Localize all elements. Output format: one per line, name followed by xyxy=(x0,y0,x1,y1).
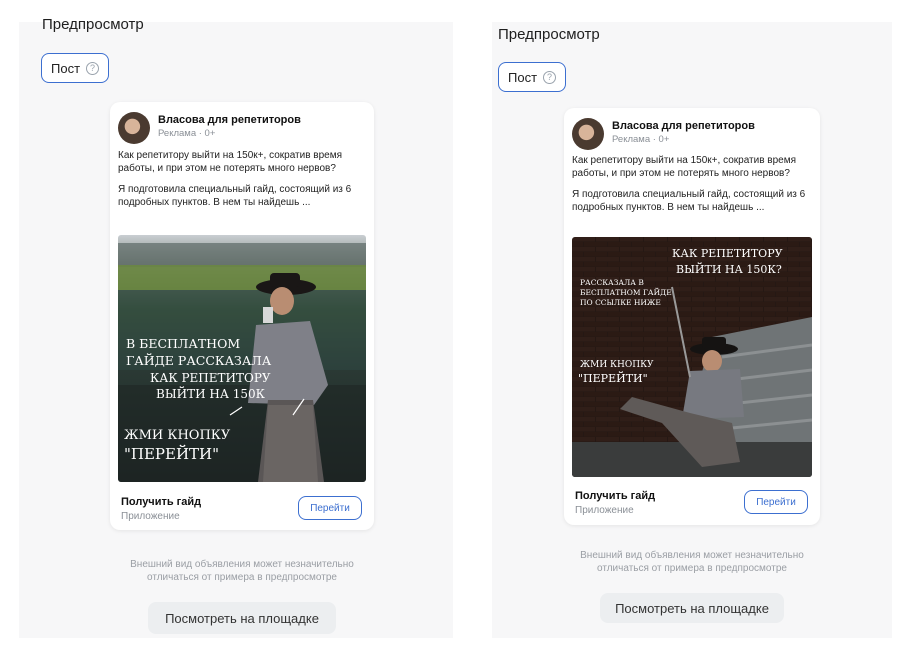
disclaimer-line-1: Внешний вид объявления может незначитель… xyxy=(580,550,804,561)
image-text-line-2: ВЫЙТИ НА 150К? xyxy=(676,262,782,276)
view-on-platform-button[interactable]: Посмотреть на площадке xyxy=(600,593,784,623)
question-circle-icon[interactable]: ? xyxy=(543,70,557,84)
image-text-line-3: РАССКАЗАЛА В xyxy=(580,278,644,287)
preview-title: Предпросмотр xyxy=(42,16,144,33)
ad-meta: Реклама · 0+ xyxy=(158,128,216,139)
ad-text-paragraph-1: Как репетитору выйти на 150к+, сократив … xyxy=(572,155,797,179)
post-format-label: Пост xyxy=(51,60,81,76)
image-text-line-1: В БЕСПЛАТНОМ xyxy=(126,336,240,351)
ad-text: Как репетитору выйти на 150к+, сократив … xyxy=(572,155,812,223)
image-text-line-7: "ПЕРЕЙТИ" xyxy=(578,371,648,385)
image-text-line-1: КАК РЕПЕТИТОРУ xyxy=(672,247,783,260)
post-format-button[interactable]: Пост ? xyxy=(41,53,110,83)
ad-image[interactable]: В БЕСПЛАТНОМ ГАЙДЕ РАССКАЗАЛА КАК РЕПЕТИ… xyxy=(118,235,366,482)
go-button[interactable]: Перейти xyxy=(298,496,362,520)
post-format-label: Пост xyxy=(508,69,538,85)
ad-text-paragraph-2: Я подготовила специальный гайд, состоящи… xyxy=(572,189,806,213)
preview-panel-left: Предпросмотр Пост ? Власова для репетито… xyxy=(19,16,453,638)
ad-header: Власова для репетиторов Реклама · 0+ xyxy=(572,118,755,150)
ad-text-paragraph-2: Я подготовила специальный гайд, состоящи… xyxy=(118,184,352,208)
go-button[interactable]: Перейти xyxy=(744,490,808,514)
author-name[interactable]: Власова для репетиторов xyxy=(612,120,755,132)
ad-photo-right: КАК РЕПЕТИТОРУ ВЫЙТИ НА 150К? РАССКАЗАЛА… xyxy=(572,237,812,477)
question-circle-icon[interactable]: ? xyxy=(86,61,100,75)
image-text-line-6: ЖМИ КНОПКУ xyxy=(580,360,654,370)
ad-text: Как репетитору выйти на 150к+, сократив … xyxy=(118,150,366,218)
cta-title: Получить гайд xyxy=(575,490,656,502)
image-text-line-4: БЕСПЛАТНОМ ГАЙДЕ xyxy=(580,288,672,297)
image-text-line-2: ГАЙДЕ РАССКАЗАЛА xyxy=(126,352,272,368)
disclaimer: Внешний вид объявления может незначитель… xyxy=(79,558,405,584)
avatar[interactable] xyxy=(118,112,150,144)
ad-text-paragraph-1: Как репетитору выйти на 150к+, сократив … xyxy=(118,150,343,174)
image-text-line-6: "ПЕРЕЙТИ" xyxy=(124,444,219,463)
ad-photo-left: В БЕСПЛАТНОМ ГАЙДЕ РАССКАЗАЛА КАК РЕПЕТИ… xyxy=(118,235,366,482)
disclaimer-line-2: отличаться от примера в предпросмотре xyxy=(597,563,787,574)
cta-subtitle: Приложение xyxy=(121,511,180,522)
disclaimer-line-2: отличаться от примера в предпросмотре xyxy=(147,572,337,583)
cta-subtitle: Приложение xyxy=(575,505,634,516)
avatar[interactable] xyxy=(572,118,604,150)
image-text-line-5: ЖМИ КНОПКУ xyxy=(124,428,231,443)
disclaimer: Внешний вид объявления может незначитель… xyxy=(532,549,852,575)
ad-meta: Реклама · 0+ xyxy=(612,134,670,145)
view-on-platform-button[interactable]: Посмотреть на площадке xyxy=(148,602,336,634)
post-format-button[interactable]: Пост ? xyxy=(498,62,567,92)
image-text-line-4: ВЫЙТИ НА 150К xyxy=(156,385,266,401)
ad-header: Власова для репетиторов Реклама · 0+ xyxy=(118,112,301,144)
preview-title: Предпросмотр xyxy=(498,26,600,43)
preview-panel-right: Предпросмотр Пост ? Власова для репетито… xyxy=(492,22,892,638)
image-text-line-3: КАК РЕПЕТИТОРУ xyxy=(150,371,271,385)
ad-card: Власова для репетиторов Реклама · 0+ Как… xyxy=(564,108,820,525)
ad-card: Власова для репетиторов Реклама · 0+ Как… xyxy=(110,102,374,530)
image-text-line-5: ПО ССЫЛКЕ НИЖЕ xyxy=(580,298,661,307)
author-name[interactable]: Власова для репетиторов xyxy=(158,114,301,126)
ad-image[interactable]: КАК РЕПЕТИТОРУ ВЫЙТИ НА 150К? РАССКАЗАЛА… xyxy=(572,237,812,477)
disclaimer-line-1: Внешний вид объявления может незначитель… xyxy=(130,559,354,570)
cta-title: Получить гайд xyxy=(121,496,202,508)
